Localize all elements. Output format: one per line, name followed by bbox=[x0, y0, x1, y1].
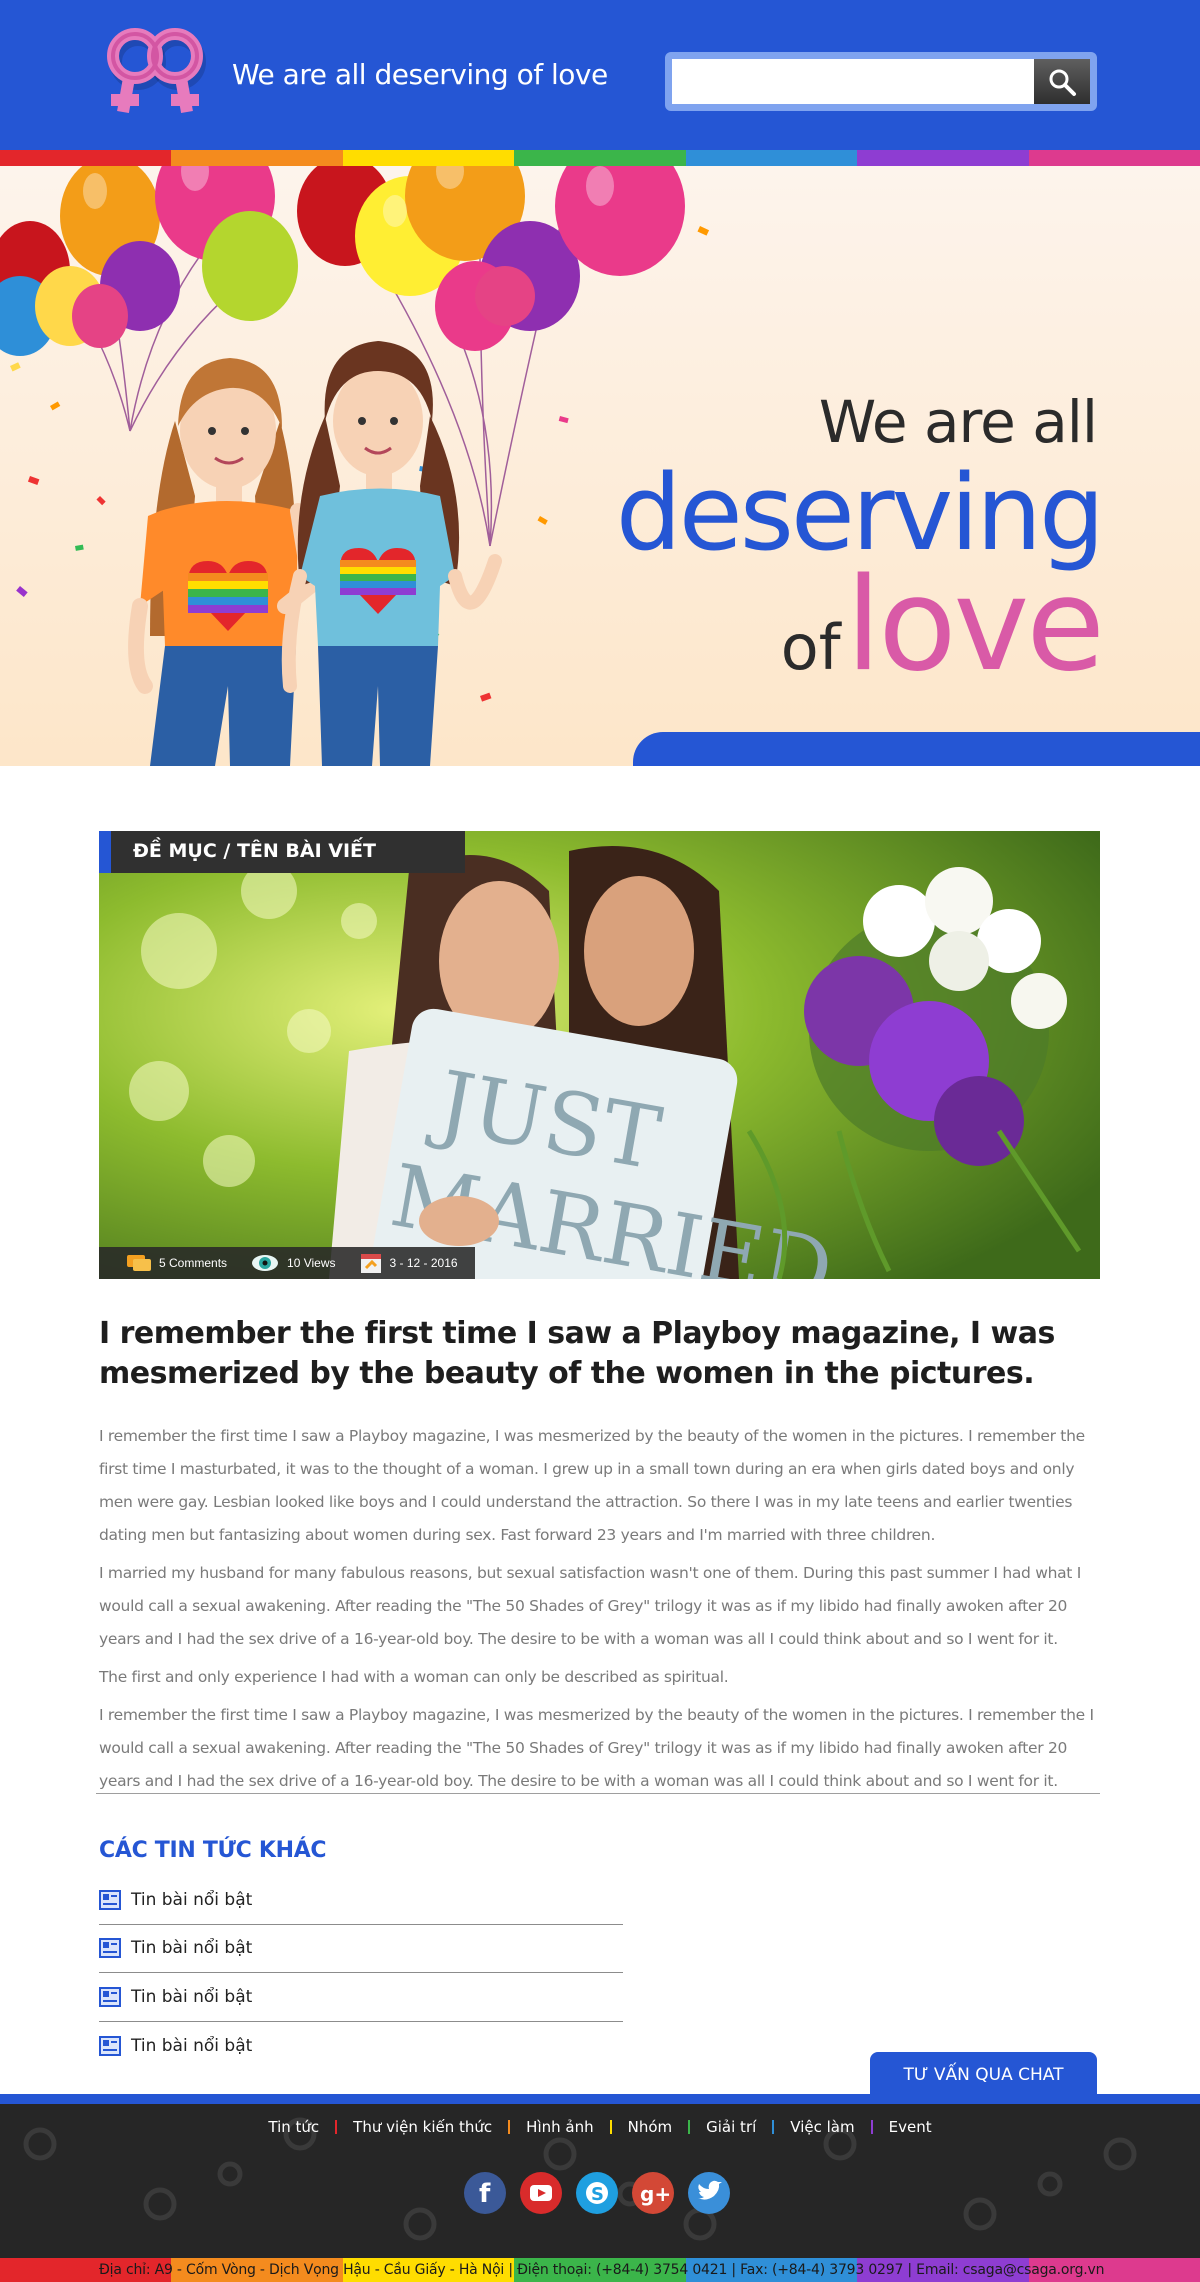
news-item[interactable]: Tin bài nổi bật bbox=[99, 1925, 623, 1973]
twitter-link[interactable] bbox=[688, 2172, 730, 2214]
site-footer: Tin tức Thư viện kiến thức Hình ảnh Nhóm Giả… bbox=[0, 2104, 1200, 2258]
chat-consult-button[interactable]: TƯ VẤN QUA CHAT bbox=[870, 2052, 1097, 2098]
site-header: We are all deserving of love bbox=[0, 0, 1200, 150]
rainbow-segment bbox=[171, 150, 343, 166]
tagline-bold: all deserving of love bbox=[334, 58, 608, 91]
footer-nav-link[interactable]: Việc làm bbox=[774, 2118, 870, 2136]
date-meta: 3 - 12 - 2016 bbox=[360, 1252, 458, 1274]
svg-text:S: S bbox=[591, 2184, 604, 2205]
comments-icon bbox=[127, 1255, 151, 1271]
views-meta: 10 Views bbox=[251, 1253, 336, 1273]
news-item-label: Tin bài nổi bật bbox=[131, 1938, 253, 1959]
newspaper-icon bbox=[99, 1986, 121, 2007]
calendar-icon bbox=[360, 1254, 381, 1273]
footer-nav-link[interactable]: Thư viện kiến thức bbox=[337, 2118, 508, 2136]
rainbow-segment bbox=[1028, 150, 1200, 166]
skype-icon: S bbox=[586, 2182, 608, 2205]
facebook-icon: f bbox=[479, 2179, 491, 2209]
article-paragraph: I remember the first time I saw a Playbo… bbox=[99, 1706, 1094, 1790]
newspaper-icon bbox=[99, 1938, 121, 1959]
news-item-label: Tin bài nổi bật bbox=[131, 1889, 253, 1910]
article-meta-bar: 5 Comments 10 Views 3 - 12 - 2016 bbox=[99, 1247, 475, 1279]
article-divider bbox=[96, 1793, 1100, 1794]
google-plus-link[interactable]: g+ bbox=[632, 2172, 674, 2214]
eye-icon bbox=[252, 1255, 279, 1271]
tagline-light: We are bbox=[232, 58, 335, 91]
skype-link[interactable]: S bbox=[576, 2172, 618, 2214]
hero-title-line1: We are all bbox=[818, 388, 1098, 456]
hero-title-line3: of love bbox=[780, 555, 1105, 697]
search-button[interactable] bbox=[1034, 59, 1090, 104]
article-featured-image[interactable]: JUST MARRIED bbox=[99, 831, 1100, 1279]
article-body: I remember the first time I saw a Playbo… bbox=[99, 1420, 1102, 1803]
rainbow-segment bbox=[342, 150, 515, 166]
rainbow-stripe bbox=[0, 150, 1200, 166]
svg-text:f: f bbox=[479, 2179, 491, 2209]
article-title: I remember the first time I saw a Playbo… bbox=[99, 1316, 1055, 1391]
rainbow-segment bbox=[685, 150, 858, 166]
social-links: f Sg+ bbox=[464, 2172, 730, 2214]
article-paragraph: I married my husband for many fabulous r… bbox=[99, 1564, 1081, 1648]
article-category-label[interactable]: ĐỀ MỤC / TÊN BÀI VIẾT bbox=[99, 831, 465, 873]
google-plus-icon: g+ bbox=[640, 2182, 671, 2206]
search-input[interactable] bbox=[672, 59, 1036, 104]
news-item[interactable]: Tin bài nổi bật bbox=[99, 2022, 623, 2071]
publish-date: 3 - 12 - 2016 bbox=[389, 1256, 458, 1270]
facebook-link[interactable]: f bbox=[464, 2172, 506, 2214]
comments-meta[interactable]: 5 Comments bbox=[127, 1253, 227, 1273]
hero-banner: We are all deserving of love bbox=[0, 166, 1200, 766]
footer-address: Địa chỉ: A9 - Cốm Vòng - Dịch Vọng Hậu -… bbox=[99, 2262, 1105, 2278]
svg-text:g+: g+ bbox=[640, 2182, 671, 2206]
news-item[interactable]: Tin bài nổi bật bbox=[99, 1973, 623, 2022]
twitter-icon bbox=[698, 2180, 722, 2200]
footer-nav-link[interactable]: Hình ảnh bbox=[510, 2118, 609, 2136]
site-tagline: We are all deserving of love bbox=[232, 58, 608, 91]
news-item-label: Tin bài nổi bật bbox=[131, 1986, 253, 2007]
views-count: 10 Views bbox=[287, 1256, 336, 1270]
newspaper-icon bbox=[99, 1889, 121, 1910]
news-item-label: Tin bài nổi bật bbox=[131, 2035, 253, 2056]
hero-title-love: love bbox=[845, 551, 1105, 700]
news-item[interactable]: Tin bài nổi bật bbox=[99, 1876, 623, 1925]
youtube-link[interactable] bbox=[520, 2172, 562, 2214]
article-paragraph: The first and only experience I had with… bbox=[99, 1668, 729, 1686]
footer-top-bar bbox=[0, 2094, 1200, 2104]
newspaper-icon bbox=[99, 2035, 121, 2056]
other-news-list: Tin bài nổi bật Tin bài nổi bật Tin bài … bbox=[99, 1876, 623, 2070]
footer-nav: Tin tức Thư viện kiến thức Hình ảnh Nhóm Giả… bbox=[0, 2118, 1200, 2136]
comments-count: 5 Comments bbox=[159, 1256, 228, 1270]
rainbow-segment bbox=[857, 150, 1029, 166]
other-news-heading: CÁC TIN TỨC KHÁC bbox=[99, 1838, 327, 1863]
search-icon bbox=[1049, 69, 1076, 96]
footer-nav-link[interactable]: Nhóm bbox=[612, 2118, 689, 2136]
footer-nav-link[interactable]: Event bbox=[873, 2118, 948, 2136]
youtube-icon bbox=[530, 2185, 552, 2201]
rainbow-segment bbox=[0, 150, 172, 166]
rainbow-segment bbox=[514, 150, 686, 166]
logo-icon[interactable] bbox=[95, 20, 220, 125]
hero-blue-tab bbox=[633, 732, 1200, 766]
search-box bbox=[665, 52, 1097, 111]
article-paragraph: I remember the first time I saw a Playbo… bbox=[99, 1427, 1085, 1544]
hero-title-of: of bbox=[780, 611, 841, 684]
footer-nav-link[interactable]: Giải trí bbox=[690, 2118, 772, 2136]
footer-nav-link[interactable]: Tin tức bbox=[252, 2118, 335, 2136]
